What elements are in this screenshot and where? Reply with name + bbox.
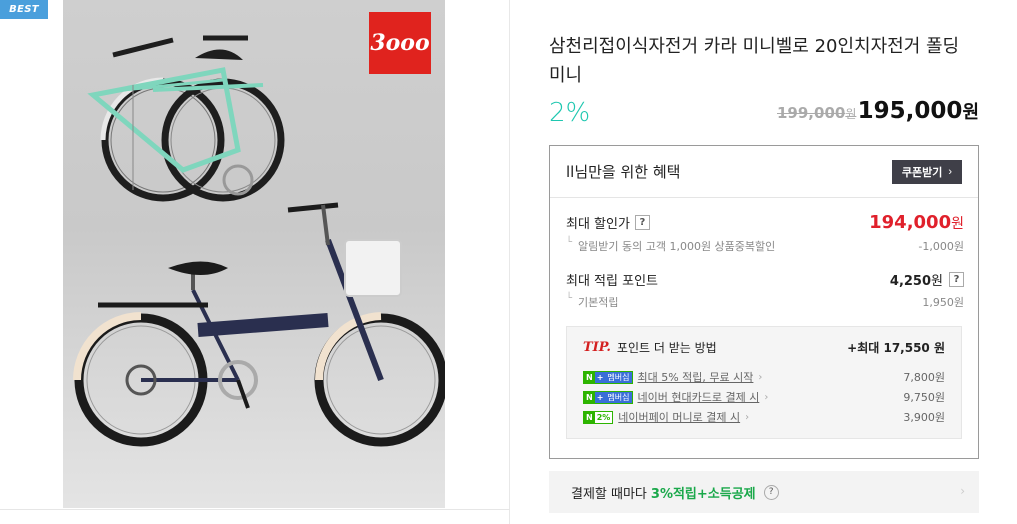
tip-box: TIP. 포인트 더 받는 방법 +최대 17,550 원 N + 멤버십 최대 5… [566,326,962,439]
max-discount-sub-label: 알림받기 동의 고객 1,000원 상품중복할인 [566,237,775,254]
chevron-right-icon: › [745,411,750,423]
tip-item[interactable]: N 2% 네이버페이 머니로 결제 시 › 3,900원 [583,407,945,427]
sale-price-value: 195,000 [857,98,963,124]
mint-bike [87,35,285,202]
tip-title: 포인트 더 받는 방법 [616,341,717,355]
help-icon[interactable]: ? [634,215,650,230]
navy-bike [73,202,445,447]
max-discount-row: 최대 할인가 ? 194,000원 알림받기 동의 고객 1,000원 상품중복… [566,212,964,254]
discount-rate: 2% [549,98,591,128]
chevron-right-icon: › [948,165,952,178]
best-badge: BEST [0,0,48,19]
original-price: 199,000원 [777,104,856,122]
pay-bar-highlight: 3%적립+소득공제 [650,486,756,502]
max-points-label: 최대 적립 포인트 [566,274,658,289]
sale-price-unit: 원 [962,102,979,123]
pay-bar-text: 결제할 때마다 [571,486,647,502]
naver-membership-badge: N + 멤버십 [583,390,633,404]
max-points-value: 4,250 [889,274,932,289]
product-image-pane: BEST 3ooo [0,0,510,524]
max-discount-label-wrap: 최대 할인가 ? [566,213,650,232]
max-points-row: 최대 적립 포인트 4,250원 ? 기본적립 1,950원 [566,270,964,310]
tip-item-label[interactable]: 네이버페이 머니로 결제 시 [618,409,740,425]
tip-item-value: 3,900원 [903,411,945,424]
tip-item-label[interactable]: 네이버 현대카드로 결제 시 [638,389,760,405]
coupon-button[interactable]: 쿠폰받기 › [891,159,962,184]
tip-item[interactable]: N + 멤버십 최대 5% 적립, 무료 시작 › 7,800원 [583,367,945,387]
max-discount-price: 194,000원 [869,212,964,233]
max-points-sub-value: 1,950원 [922,296,964,309]
brand-logo: 3ooo [369,12,431,74]
chevron-right-icon: › [960,484,965,498]
original-price-value: 199,000 [777,104,846,122]
bicycle-illustration [73,35,445,447]
tip-item-label[interactable]: 최대 5% 적립, 무료 시작 [638,369,754,385]
product-photo[interactable]: 3ooo [63,0,445,508]
tip-item-value: 7,800원 [903,371,945,384]
tip-item[interactable]: N + 멤버십 네이버 현대카드로 결제 시 › 9,750원 [583,387,945,407]
product-title: 삼천리접이식자전거 카라 미니벨로 20인치자전거 폴딩 미니 [549,36,960,86]
benefit-header: ll님만을 위한 혜택 쿠폰받기 › [550,146,978,198]
divider [0,509,510,510]
max-discount-value: 194,000 [869,212,952,233]
sale-price: 195,000원 [858,98,979,124]
chevron-right-icon: › [764,391,769,403]
naver-membership-badge: N + 멤버십 [583,370,633,384]
max-discount-unit: 원 [951,216,964,232]
benefit-title: ll님만을 위한 혜택 [566,163,681,181]
benefit-box: ll님만을 위한 혜택 쿠폰받기 › 최대 할인가 ? 194,000원 알림받… [549,145,979,459]
max-discount-sub-value: -1,000원 [918,240,964,253]
help-icon[interactable]: ? [949,272,964,287]
tip-max: +최대 17,550 원 [847,341,945,355]
tip-item-value: 9,750원 [903,391,945,404]
max-points-sub-label: 기본적립 [566,293,618,310]
chevron-right-icon: › [758,371,763,383]
naver-pay-badge: N 2% [583,410,614,424]
original-price-unit: 원 [845,107,857,121]
max-points-value-wrap: 4,250원 ? [890,270,964,289]
tip-tag: TIP. [583,340,611,355]
max-discount-label: 최대 할인가 [566,217,630,232]
max-points-unit: 원 [931,274,943,289]
help-icon[interactable]: ? [763,484,779,500]
payment-benefit-bar[interactable]: 결제할 때마다 3%적립+소득공제 ? › [549,471,979,513]
coupon-button-label: 쿠폰받기 [901,166,943,179]
